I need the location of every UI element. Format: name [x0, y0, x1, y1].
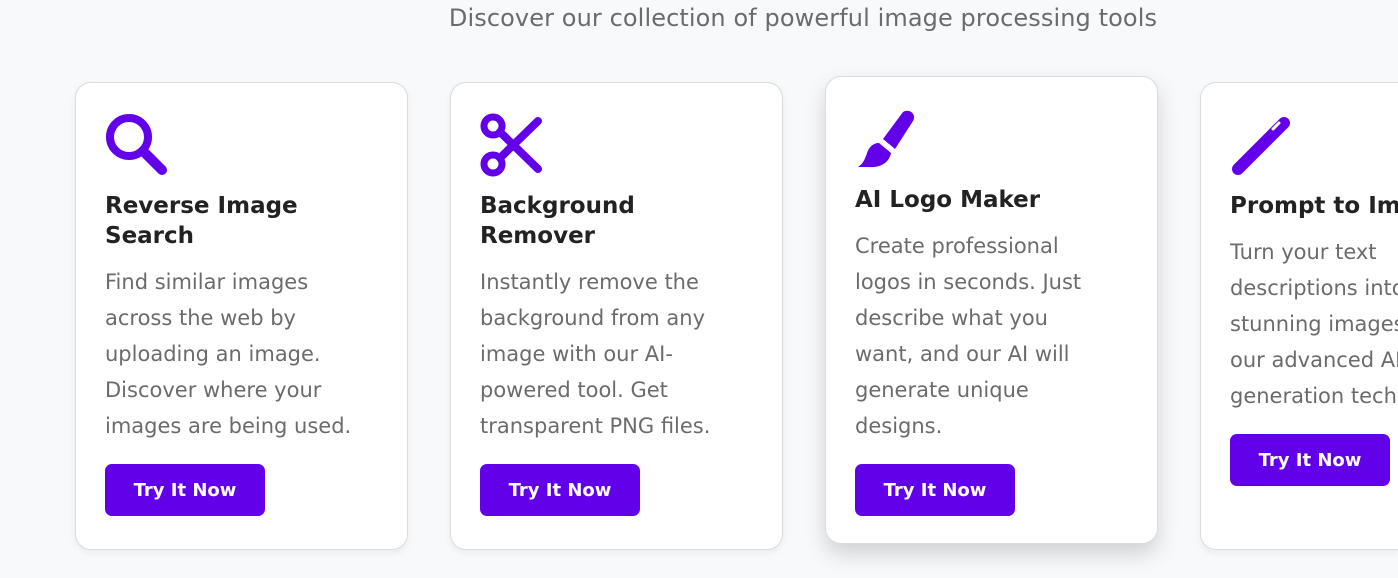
section-subtitle: Discover our collection of powerful imag… — [448, 4, 1158, 32]
magic-wand-icon — [1232, 117, 1290, 175]
search-icon — [106, 114, 167, 175]
scissors-icon — [480, 113, 542, 177]
paintbrush-icon — [858, 110, 915, 168]
tool-card-reverse-image-search: Reverse Image Search Find similar images… — [75, 82, 408, 550]
tool-card-background-remover: Background Remover Instantly remove the … — [450, 82, 783, 550]
card-description: Instantly remove the background from any… — [480, 270, 711, 438]
try-it-now-button[interactable]: Try It Now — [480, 464, 640, 516]
try-it-now-button[interactable]: Try It Now — [1230, 434, 1390, 486]
try-it-now-button[interactable]: Try It Now — [855, 464, 1015, 516]
tool-card-prompt-to-image: Prompt to Image Turn your text descripti… — [1200, 82, 1398, 550]
card-description: Find similar images across the web by up… — [105, 270, 352, 438]
card-title: Reverse Image Search — [105, 193, 298, 249]
card-description: Create professional logos in seconds. Ju… — [855, 234, 1082, 438]
try-it-now-button[interactable]: Try It Now — [105, 464, 265, 516]
card-title: Background Remover — [480, 193, 635, 249]
card-description: Turn your text descriptions into stunnin… — [1230, 240, 1398, 408]
card-title: Prompt to Image — [1230, 193, 1398, 219]
card-title: AI Logo Maker — [855, 187, 1041, 213]
tool-card-ai-logo-maker: AI Logo Maker Create professional logos … — [825, 76, 1158, 544]
